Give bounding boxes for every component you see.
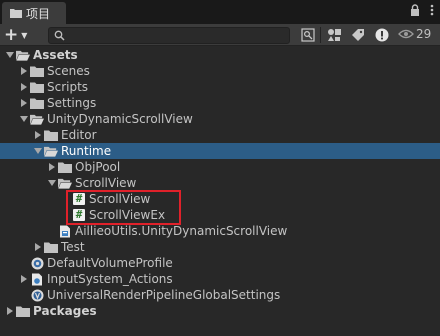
more-options-icon[interactable] <box>430 4 434 19</box>
tree-item-label: ObjPool <box>75 160 121 174</box>
input-actions-icon <box>30 273 44 286</box>
hidden-packages-badge[interactable]: 29 <box>398 27 431 41</box>
tree-item[interactable]: ObjPool <box>0 159 440 175</box>
tree-item[interactable]: Runtime <box>0 143 440 159</box>
tree-item-label: ScrollView <box>89 192 151 206</box>
tree-item[interactable]: InputSystem_Actions <box>0 271 440 287</box>
tree-item-label: Assets <box>33 48 78 62</box>
folder-icon <box>30 81 44 94</box>
folder-icon <box>30 65 44 78</box>
filter-by-label-icon[interactable] <box>350 27 366 43</box>
folder-icon <box>44 241 58 254</box>
tree-item[interactable]: # ScrollViewEx <box>0 207 440 223</box>
tab-bar: 项目 <box>0 0 440 24</box>
tree-item-label: Scripts <box>47 80 89 94</box>
tree-item-label: InputSystem_Actions <box>47 272 173 286</box>
folder-open-icon <box>30 113 44 126</box>
folder-icon <box>10 9 22 18</box>
no-arrow <box>60 191 72 207</box>
tree-item[interactable]: AillieoUtils.UnityDynamicScrollView <box>0 223 440 239</box>
tree-item-label: Scenes <box>47 64 90 78</box>
folder-icon <box>16 305 30 318</box>
expanded-arrow-icon[interactable] <box>4 47 16 63</box>
tree-item[interactable]: Test <box>0 239 440 255</box>
folder-icon <box>58 161 72 174</box>
tree-item[interactable]: # ScrollView <box>0 191 440 207</box>
tree-item-label: UniversalRenderPipelineGlobalSettings <box>47 288 281 302</box>
toolbar: + ▼ 29 <box>0 24 440 46</box>
tab-label: 项目 <box>26 6 51 21</box>
expanded-arrow-icon[interactable] <box>32 143 44 159</box>
assembly-definition-icon <box>58 225 72 238</box>
no-arrow <box>18 255 30 271</box>
no-arrow <box>46 223 58 239</box>
folder-open-icon <box>58 177 72 190</box>
folder-icon <box>44 129 58 142</box>
render-pipeline-settings-icon <box>30 289 44 302</box>
tree-item[interactable]: ScrollView <box>0 175 440 191</box>
warning-icon[interactable] <box>374 27 390 43</box>
csharp-script-icon: # <box>72 209 86 222</box>
folder-icon <box>30 97 44 110</box>
tree-item[interactable]: Scenes <box>0 63 440 79</box>
tree-item-label: AillieoUtils.UnityDynamicScrollView <box>75 224 288 238</box>
tree-item-label: Packages <box>33 304 97 318</box>
tree-item-label: Editor <box>61 128 97 142</box>
tree-item-label: Test <box>61 240 85 254</box>
collapsed-arrow-icon[interactable] <box>18 63 30 79</box>
expanded-arrow-icon[interactable] <box>46 175 58 191</box>
collapsed-arrow-icon[interactable] <box>32 239 44 255</box>
tree-item[interactable]: UnityDynamicScrollView <box>0 111 440 127</box>
collapsed-arrow-icon[interactable] <box>46 159 58 175</box>
search-by-scene-icon[interactable] <box>300 27 316 43</box>
toolbar-divider <box>320 27 321 43</box>
collapsed-arrow-icon[interactable] <box>32 127 44 143</box>
collapsed-arrow-icon[interactable] <box>18 271 30 287</box>
hidden-count: 29 <box>416 27 432 41</box>
no-arrow <box>60 207 72 223</box>
add-button[interactable]: + ▼ <box>4 26 32 44</box>
expanded-arrow-icon[interactable] <box>18 111 30 127</box>
collapsed-arrow-icon[interactable] <box>4 303 16 319</box>
collapsed-arrow-icon[interactable] <box>18 95 30 111</box>
tree-item-label: Runtime <box>61 144 112 158</box>
no-arrow <box>18 287 30 303</box>
tree-item-label: UnityDynamicScrollView <box>47 112 193 126</box>
chevron-down-icon: ▼ <box>21 30 28 40</box>
filter-by-type-icon[interactable] <box>326 27 342 43</box>
collapsed-arrow-icon[interactable] <box>18 79 30 95</box>
tree-item[interactable]: Assets <box>0 47 440 63</box>
tree-item-label: ScrollView <box>75 176 137 190</box>
tree-item[interactable]: DefaultVolumeProfile <box>0 255 440 271</box>
tree-item[interactable]: Settings <box>0 95 440 111</box>
tree-item[interactable]: Scripts <box>0 79 440 95</box>
folder-open-icon <box>16 49 30 62</box>
folder-open-icon <box>44 145 58 158</box>
project-tree: Assets Scenes Scripts Settings UnityDynamicS… <box>0 47 440 336</box>
tree-item[interactable]: Editor <box>0 127 440 143</box>
tab-project[interactable]: 项目 <box>2 2 66 24</box>
tree-item-label: ScrollViewEx <box>89 208 166 222</box>
lock-icon[interactable] <box>410 4 420 19</box>
search-input[interactable] <box>69 28 284 43</box>
tree-item[interactable]: UniversalRenderPipelineGlobalSettings <box>0 287 440 303</box>
tree-item-label: DefaultVolumeProfile <box>47 256 173 270</box>
csharp-script-icon: # <box>72 193 86 206</box>
tab-actions <box>410 4 434 19</box>
tree-item[interactable]: Packages <box>0 303 440 319</box>
search-icon <box>54 30 65 41</box>
volume-profile-icon <box>30 257 44 270</box>
tree-item-label: Settings <box>47 96 97 110</box>
plus-icon: + <box>4 25 19 45</box>
eye-icon <box>398 29 414 39</box>
search-field[interactable] <box>48 27 290 44</box>
